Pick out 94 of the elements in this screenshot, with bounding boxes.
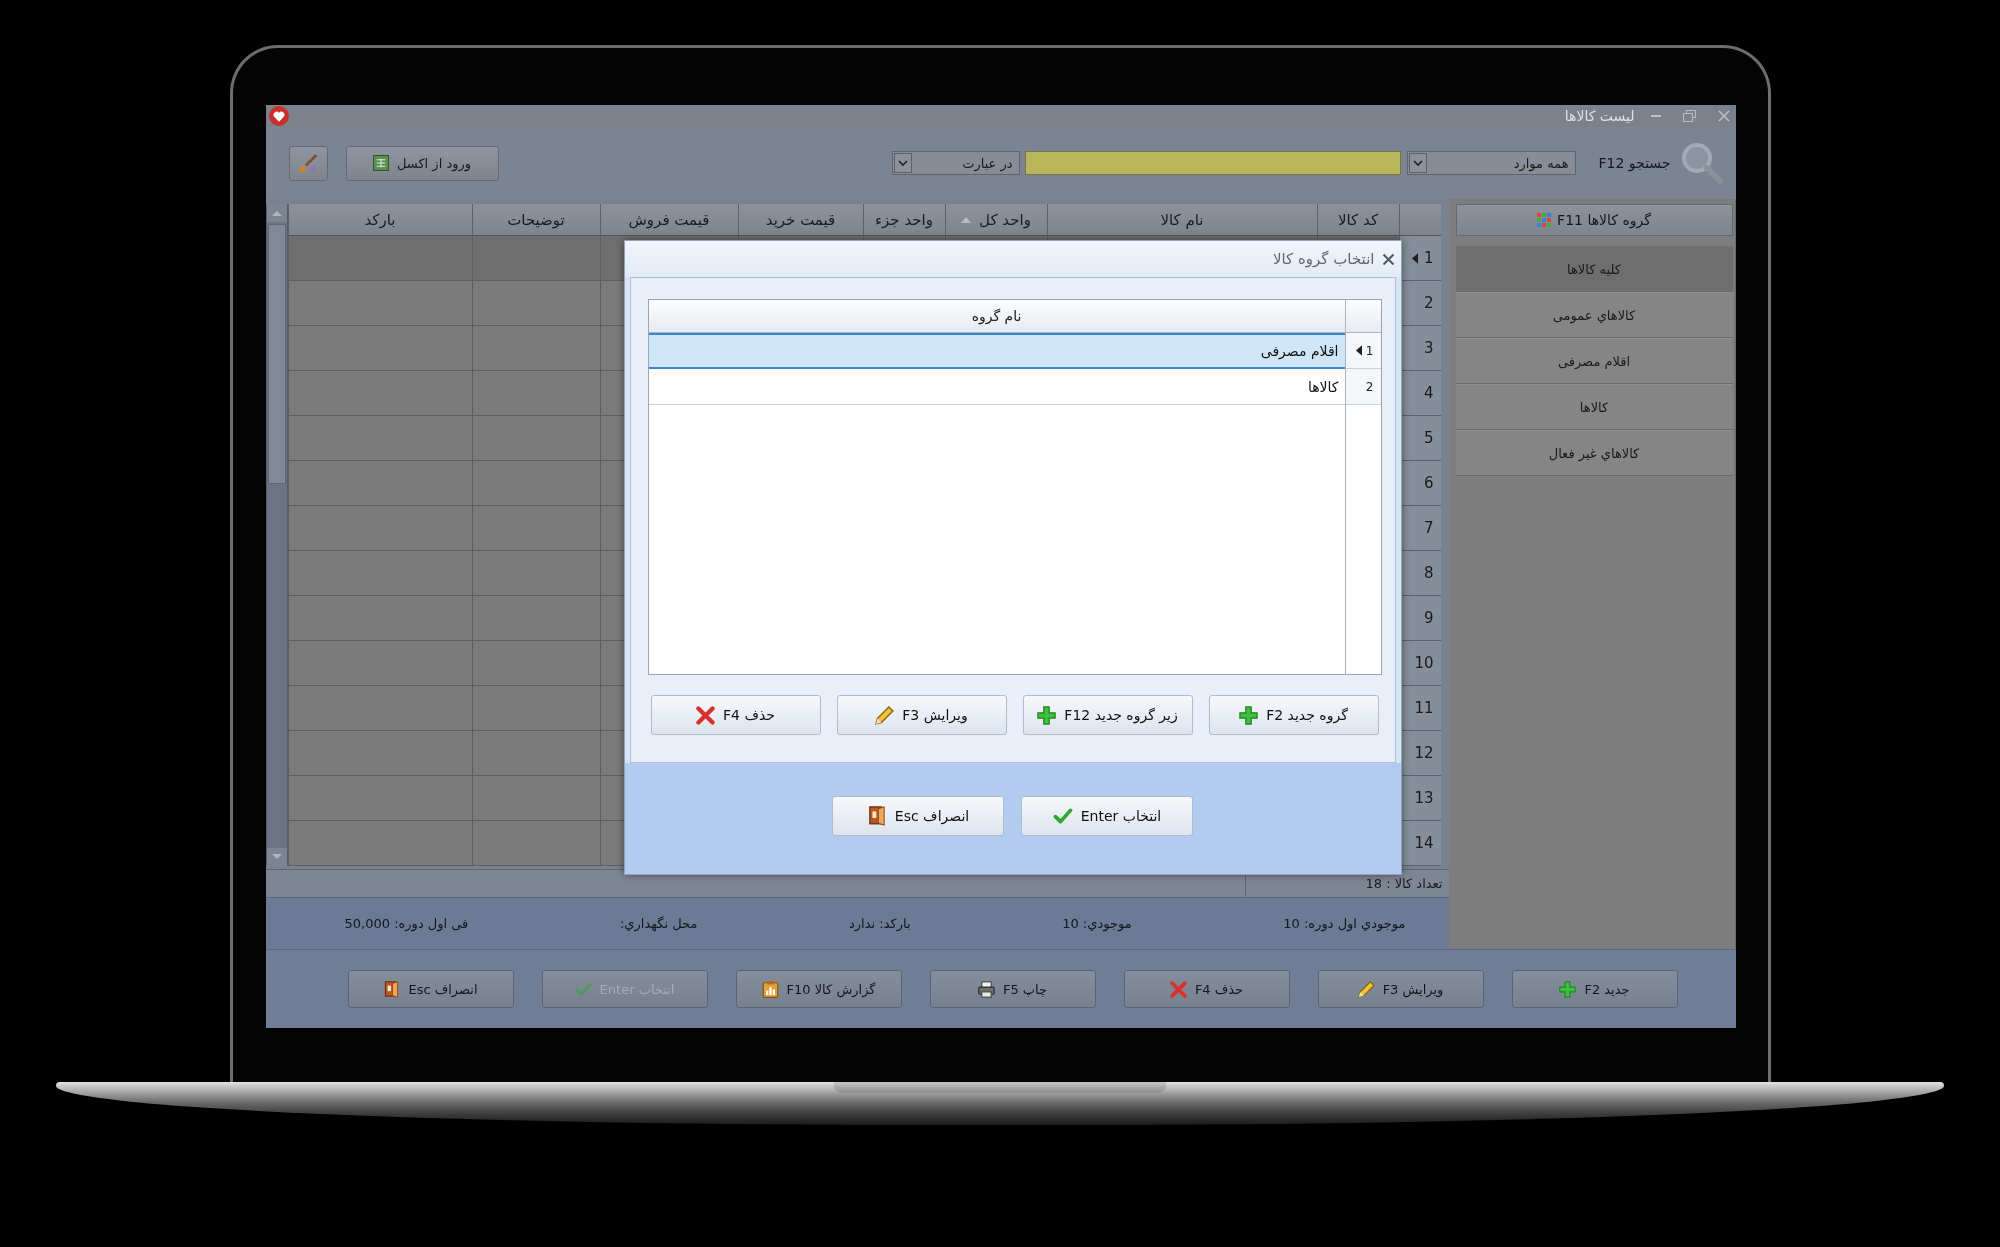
column-header[interactable]: واحد کل <box>944 204 1047 236</box>
add-button[interactable]: جدید F2 <box>1511 970 1678 1008</box>
column-header[interactable]: کد کالا <box>1316 204 1399 236</box>
column-header[interactable]: نام گروه <box>648 300 1345 333</box>
cancel-button[interactable]: انصراف Esc <box>832 795 1004 836</box>
detail-text: فی اول دوره: 50,000 <box>344 916 469 931</box>
scrollbar-thumb[interactable] <box>267 224 286 484</box>
edit-button[interactable]: ویرایش F3 <box>1317 970 1484 1008</box>
cancel-button[interactable]: انصراف Esc <box>347 970 514 1008</box>
clipboard-chart-icon <box>761 980 779 998</box>
add-button[interactable]: گروه جدید F2 <box>1208 695 1379 735</box>
column-header[interactable]: نام کالا <box>1046 204 1317 236</box>
search-label: جستجو F12 <box>1598 155 1671 171</box>
row-number: 2 <box>1423 294 1434 312</box>
item-count: تعداد کالا : 18 <box>1365 876 1443 891</box>
caret-icon[interactable] <box>1408 153 1427 173</box>
printer-icon <box>977 980 995 998</box>
check-icon <box>574 980 592 998</box>
header-corner <box>1398 204 1441 236</box>
row-number: 12 <box>1414 744 1434 762</box>
paint-button[interactable] <box>288 145 328 181</box>
sort-caret-icon[interactable] <box>961 216 972 223</box>
row-number: 7 <box>1423 519 1434 537</box>
window-title: لیست کالاها <box>1564 108 1635 124</box>
row-number: 13 <box>1414 789 1434 807</box>
restore-icon[interactable] <box>1682 110 1696 122</box>
pencil-icon <box>875 705 895 725</box>
row-number: 1 <box>1423 249 1434 267</box>
delete-button[interactable]: حذف F4 <box>1123 970 1290 1008</box>
match-dropdown[interactable]: در عبارت <box>891 151 1020 175</box>
add-button[interactable]: زیر گروه جدید F12 <box>1022 695 1193 735</box>
cross-icon <box>696 705 716 725</box>
row-number: 5 <box>1423 429 1434 447</box>
sidebar-item[interactable]: کالاهاي عمومی <box>1455 292 1733 338</box>
import-excel-button[interactable]: ورود از اکسل <box>345 145 499 181</box>
row-number: 4 <box>1423 384 1434 402</box>
close-icon[interactable] <box>1381 252 1395 266</box>
row-number: 10 <box>1414 654 1434 672</box>
groups-button[interactable]: گروه کالاها F11 <box>1455 204 1733 236</box>
row-number: 9 <box>1423 609 1434 627</box>
delete-button[interactable]: حذف F4 <box>650 695 821 735</box>
column-header[interactable]: قیمت خرید <box>737 204 863 236</box>
row-number: 11 <box>1414 699 1434 717</box>
spreadsheet-icon <box>373 155 389 171</box>
sidebar-item[interactable]: اقلام مصرفی <box>1455 338 1733 384</box>
app-logo-icon[interactable] <box>268 106 289 126</box>
caret-icon[interactable] <box>893 153 912 173</box>
sidebar-item[interactable]: کلیه کالاها <box>1455 246 1733 292</box>
row-number: 1 <box>1365 343 1374 358</box>
row-header-cell[interactable]: 1 <box>1344 333 1381 369</box>
table-cell[interactable]: کالاها <box>648 369 1345 405</box>
current-row-icon <box>1411 252 1418 264</box>
sidebar-item[interactable]: کالاها <box>1455 384 1733 430</box>
paintbrush-icon <box>298 153 318 173</box>
table-cell[interactable]: اقلام مصرفی <box>648 333 1345 369</box>
minimize-icon[interactable] <box>1650 115 1661 117</box>
column-header[interactable]: توضیحات <box>471 204 600 236</box>
print-button[interactable]: چاپ F5 <box>929 970 1096 1008</box>
search-icon[interactable] <box>1679 141 1724 185</box>
row-number: 3 <box>1423 339 1434 357</box>
cross-icon <box>1169 980 1187 998</box>
row-header-cell[interactable]: 1 <box>1398 236 1441 281</box>
check-icon <box>1052 805 1073 826</box>
plus-icon <box>1239 705 1259 725</box>
door-icon <box>383 980 401 998</box>
scroll-up-icon[interactable] <box>266 204 287 222</box>
sidebar-item[interactable]: کالاهاي غیر فعال <box>1455 430 1733 476</box>
column-header[interactable]: قیمت فروش <box>599 204 738 236</box>
row-number: 2 <box>1365 379 1374 394</box>
detail-text: محل نگهداري: <box>620 916 698 931</box>
select-button[interactable]: انتخاب Enter <box>1021 795 1193 836</box>
detail-text: موجودي اول دوره: 10 <box>1283 916 1406 931</box>
row-number: 14 <box>1414 834 1434 852</box>
row-header-cell[interactable]: 2 <box>1344 369 1381 405</box>
scrollbar[interactable] <box>265 204 288 866</box>
edit-button[interactable]: ویرایش F3 <box>836 695 1007 735</box>
search-field[interactable] <box>1024 151 1401 175</box>
door-icon <box>866 805 887 826</box>
row-number: 6 <box>1423 474 1434 492</box>
column-header[interactable]: بارکد <box>287 204 472 236</box>
column-header[interactable]: واحد جزء <box>862 204 945 236</box>
row-number: 8 <box>1423 564 1434 582</box>
current-row-icon <box>1355 345 1362 356</box>
scroll-down-icon[interactable] <box>266 848 287 866</box>
header-corner <box>1344 300 1381 333</box>
dialog-title: انتخاب گروه کالا <box>1272 250 1375 268</box>
grid-icon <box>1537 213 1552 227</box>
detail-text: موجودي: 10 <box>1062 916 1132 931</box>
scope-dropdown[interactable]: همه موارد <box>1406 151 1576 175</box>
plus-icon <box>1559 980 1577 998</box>
detail-text: بارکد: ندارد <box>849 916 911 931</box>
report-button[interactable]: گزارش کالا F10 <box>735 970 902 1008</box>
pencil-icon <box>1357 980 1375 998</box>
plus-icon <box>1037 705 1057 725</box>
